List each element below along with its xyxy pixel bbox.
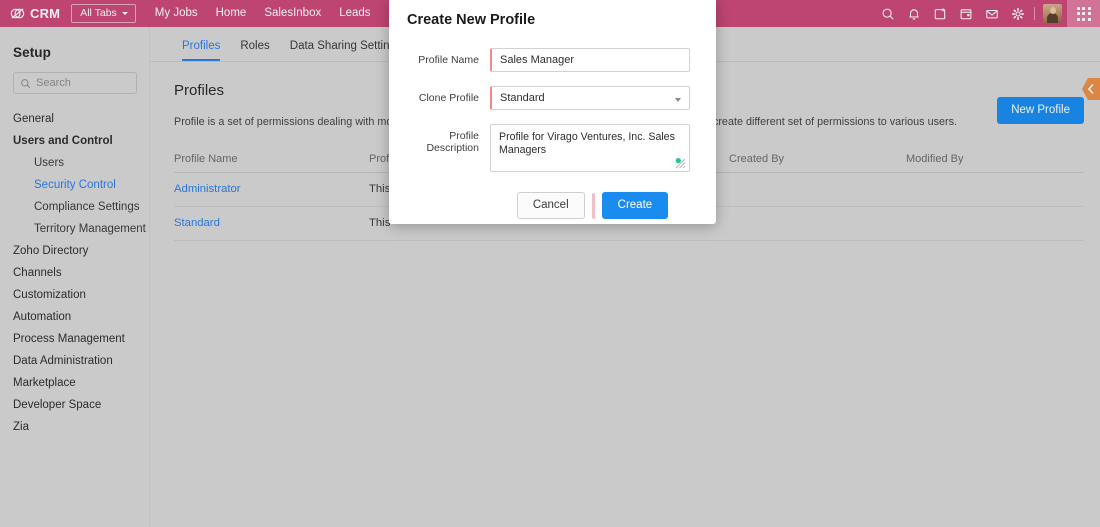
dialog-actions: Cancel Create bbox=[389, 192, 716, 219]
profile-name-value: Sales Manager bbox=[500, 54, 574, 66]
resize-handle-icon[interactable] bbox=[674, 157, 686, 169]
clone-profile-row: Clone Profile Standard bbox=[389, 86, 716, 110]
required-indicator bbox=[591, 192, 595, 219]
profile-description-row: Profile Description Profile for Virago V… bbox=[389, 124, 716, 172]
profile-name-input[interactable]: Sales Manager bbox=[490, 48, 690, 72]
create-new-profile-dialog: Create New Profile Profile Name Sales Ma… bbox=[389, 0, 716, 224]
cancel-button[interactable]: Cancel bbox=[516, 192, 585, 219]
profile-description-textarea[interactable]: Profile for Virago Ventures, Inc. Sales … bbox=[490, 124, 690, 172]
clone-profile-value: Standard bbox=[500, 92, 545, 104]
clone-profile-select[interactable]: Standard bbox=[490, 86, 690, 110]
app-root: CRM All Tabs My Jobs Home SalesInbox Lea… bbox=[0, 0, 1100, 527]
profile-name-label: Profile Name bbox=[418, 54, 479, 66]
create-button[interactable]: Create bbox=[601, 192, 669, 219]
clone-profile-label: Clone Profile bbox=[418, 92, 479, 104]
dialog-title: Create New Profile bbox=[407, 12, 536, 28]
profile-description-label: Profile Description bbox=[426, 130, 479, 154]
profile-name-row: Profile Name Sales Manager bbox=[389, 48, 716, 72]
profile-description-value: Profile for Virago Ventures, Inc. Sales … bbox=[499, 131, 675, 156]
